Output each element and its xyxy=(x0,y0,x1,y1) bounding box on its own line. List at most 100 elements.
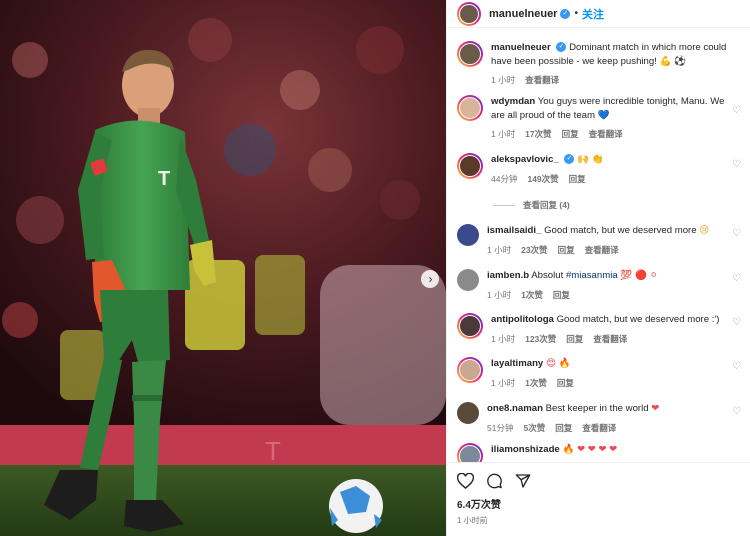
comment-username[interactable]: one8.naman xyxy=(487,403,543,414)
header-separator: • xyxy=(574,8,578,19)
verified-icon: ✓ xyxy=(556,42,567,53)
comment-time: 44分钟 xyxy=(491,173,518,184)
comment-likes[interactable]: 5次赞 xyxy=(523,422,545,434)
comment-emoji: 😢 xyxy=(699,225,710,236)
commenter-avatar[interactable] xyxy=(457,269,479,291)
reply-button[interactable]: 回复 xyxy=(566,333,583,345)
heart-icon[interactable]: ♡ xyxy=(732,159,741,170)
reply-button[interactable]: 回复 xyxy=(562,128,579,140)
goalkeeper-photo: T T xyxy=(0,0,446,536)
heart-icon[interactable]: ♡ xyxy=(732,228,741,239)
replies-divider xyxy=(493,204,515,206)
caption-time: 1 小时 xyxy=(491,75,516,85)
verified-icon: ✓ xyxy=(564,154,575,165)
comment-username[interactable]: layaltimany xyxy=(491,358,543,369)
comment-emoji: ❤ xyxy=(651,403,660,414)
reply-button[interactable]: 回复 xyxy=(557,377,574,389)
heart-icon[interactable] xyxy=(457,473,474,489)
reply-button[interactable]: 回复 xyxy=(553,289,570,301)
heart-icon[interactable]: ♡ xyxy=(732,361,741,372)
list-item: ismailsaidi_ Good match, but we deserved… xyxy=(457,224,747,256)
comment-emoji: 💙 xyxy=(597,109,610,121)
list-item: iamben.b Absolut #miasanmia 💯 🔴 ⚪ 1 小时 1… xyxy=(457,269,747,301)
author-username[interactable]: manuelneuer xyxy=(489,8,557,20)
comment-time: 1 小时 xyxy=(491,333,516,344)
comment-emoji: 💯 🔴 ⚪ xyxy=(620,270,658,281)
commenter-avatar[interactable] xyxy=(457,402,479,424)
caption: manuelneuer ✓ Dominant match in which mo… xyxy=(457,41,747,86)
comment-username[interactable]: iamben.b xyxy=(487,270,529,281)
comment-time: 1 小时 xyxy=(491,129,516,139)
comment-text: Good match, but we deserved more xyxy=(544,225,697,236)
heart-icon[interactable]: ♡ xyxy=(732,105,741,116)
commenter-avatar[interactable] xyxy=(457,95,483,121)
share-icon[interactable] xyxy=(515,473,531,489)
caption-username[interactable]: manuelneuer xyxy=(491,42,551,53)
comment-likes[interactable]: 123次赞 xyxy=(525,333,556,345)
reply-button[interactable]: 回复 xyxy=(558,244,575,256)
translate-button[interactable]: 查看翻译 xyxy=(585,244,619,256)
heart-icon[interactable]: ♡ xyxy=(732,273,741,284)
comment-time: 51分钟 xyxy=(487,422,514,433)
list-item: one8.naman Best keeper in the world ❤ 51… xyxy=(457,402,747,434)
comment-icon[interactable] xyxy=(486,473,503,489)
translate-button[interactable]: 查看翻译 xyxy=(593,333,627,345)
translate-button[interactable]: 查看翻译 xyxy=(582,422,616,434)
comment-hashtag[interactable]: #miasanmia xyxy=(566,270,618,281)
comment-text: Absolut xyxy=(531,270,564,281)
translate-button[interactable]: 查看翻译 xyxy=(525,74,559,86)
list-item: antipolitologa Good match, but we deserv… xyxy=(457,313,747,345)
post-header: manuelneuer ✓ • 关注 xyxy=(447,0,750,28)
action-bar xyxy=(447,463,750,493)
svg-text:T: T xyxy=(265,436,281,466)
next-image-button[interactable]: › xyxy=(421,270,439,288)
heart-icon[interactable]: ♡ xyxy=(732,317,741,328)
comment-username[interactable]: wdymdan xyxy=(491,96,535,107)
comment-time: 1 小时 xyxy=(491,377,516,388)
translate-button[interactable]: 查看翻译 xyxy=(589,128,623,140)
reply-button[interactable]: 回复 xyxy=(555,422,572,434)
post-footer: 6.4万次赞 1 小时前 xyxy=(447,462,750,536)
comment-likes[interactable]: 17次赞 xyxy=(525,128,551,140)
comment-likes[interactable]: 1次赞 xyxy=(525,377,547,389)
comment-time: 1 小时 xyxy=(487,289,512,300)
heart-icon[interactable]: ♡ xyxy=(732,406,741,417)
reply-button[interactable]: 回复 xyxy=(569,173,586,185)
comment-username[interactable]: alekspavlovic_ xyxy=(491,154,559,165)
author-avatar[interactable] xyxy=(457,1,481,26)
commenter-avatar[interactable] xyxy=(457,443,483,462)
comment-emoji: 🔥 ❤ ❤ ❤ ❤ xyxy=(562,444,618,455)
commenter-avatar[interactable] xyxy=(457,313,483,339)
post-modal: T T › manuelneuer ✓ • 关注 manuelneuer ✓ D… xyxy=(0,0,750,536)
svg-text:T: T xyxy=(158,168,170,190)
list-item: layaltimany 😍 🔥 1 小时 1次赞 回复 ♡ xyxy=(457,357,747,389)
post-time: 1 小时前 xyxy=(457,516,488,525)
list-item: wdymdan You guys were incredible tonight… xyxy=(457,95,747,140)
commenter-avatar[interactable] xyxy=(457,224,479,246)
comment-text: Best keeper in the world xyxy=(545,403,649,414)
list-item: iliamonshizade 🔥 ❤ ❤ ❤ ❤ xyxy=(457,443,747,462)
caption-emoji: 💪 ⚽ xyxy=(659,55,687,67)
comment-username[interactable]: iliamonshizade xyxy=(491,444,560,455)
comment-time: 1 小时 xyxy=(487,244,512,255)
comment-likes[interactable]: 149次赞 xyxy=(527,173,558,185)
comment-username[interactable]: ismailsaidi_ xyxy=(487,225,541,236)
post-photo: T T › xyxy=(0,0,446,536)
next-arrow-icon: › xyxy=(428,272,433,286)
comment-emoji: 🙌 👏 xyxy=(577,154,604,165)
comment-text: Good match, but we deserved more :') xyxy=(556,314,720,325)
comments-list[interactable]: manuelneuer ✓ Dominant match in which mo… xyxy=(447,33,750,462)
likes-count[interactable]: 6.4万次赞 xyxy=(447,496,750,511)
commenter-avatar[interactable] xyxy=(457,357,483,383)
comment-username[interactable]: antipolitologa xyxy=(491,314,554,325)
list-item: alekspavlovic_ ✓ 🙌 👏 44分钟 149次赞 回复 ♡ xyxy=(457,153,747,185)
follow-button[interactable]: 关注 xyxy=(582,6,604,22)
commenter-avatar[interactable] xyxy=(457,153,483,179)
view-replies-button[interactable]: 查看回复 (4) xyxy=(493,199,570,211)
caption-avatar[interactable] xyxy=(457,41,483,67)
comment-emoji: 😍 🔥 xyxy=(545,358,571,369)
comment-likes[interactable]: 1次赞 xyxy=(521,289,543,301)
comment-likes[interactable]: 23次赞 xyxy=(521,244,547,256)
post-side-panel: manuelneuer ✓ • 关注 manuelneuer ✓ Dominan… xyxy=(446,0,750,536)
view-replies-label: 查看回复 (4) xyxy=(523,200,570,210)
